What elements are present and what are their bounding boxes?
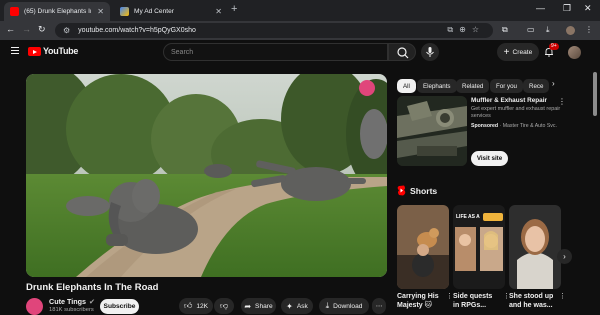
short-overlay-sticker [483,213,503,221]
video-player[interactable] [26,74,387,277]
ad-menu-icon[interactable]: ⋮ [558,97,566,106]
like-button[interactable]: 👍︎ 12K [179,298,213,314]
sidebar-icon[interactable]: ▭ [527,25,535,34]
download-icon: ⤓ [325,301,330,310]
short-caption[interactable]: Side quests in RPGs... [453,292,508,310]
share-icon: ➦ [244,301,252,311]
share-button[interactable]: ➦ Share [241,298,276,314]
short-thumbnail[interactable] [509,205,561,289]
more-actions-button[interactable]: ⋯ [372,298,386,314]
search-input[interactable]: Search [163,43,388,61]
close-window-icon[interactable]: ✕ [584,3,592,14]
page-scrollbar[interactable] [592,66,598,315]
short-cat-image [397,205,449,289]
microphone-icon [426,47,434,57]
notification-count-badge: 9+ [549,43,559,50]
browser-menu-icon[interactable]: ⋮ [585,25,593,34]
new-tab-icon[interactable]: + [231,3,237,15]
short-menu-icon[interactable]: ⋮ [446,292,453,300]
profile-avatar[interactable] [566,26,575,35]
search-button[interactable] [388,43,416,61]
video-title: Drunk Elephants In The Road [26,282,159,293]
tab-youtube-video[interactable]: (65) Drunk Elephants In The Roa ✕ [4,2,110,21]
browser-toolbar: ← → ↻ ⚙ youtube.com/watch?v=h5pQyGX0sho … [0,21,600,40]
short-girl-image [509,205,561,289]
chip-for-you[interactable]: For you [490,79,523,93]
reload-icon[interactable]: ↻ [38,24,46,35]
video-frame-elephants [26,74,387,277]
chip-all[interactable]: All [397,79,416,93]
ad-thumbnail[interactable] [397,96,467,166]
maximize-icon[interactable]: ❐ [563,3,571,14]
youtube-logo-icon[interactable] [28,47,41,56]
youtube-logo-text[interactable]: YouTube [43,46,78,56]
short-overlay-text: LIFE AS A [456,214,480,220]
youtube-favicon-icon [10,7,19,16]
shorts-next-button[interactable]: › [557,249,572,264]
search-icon [397,47,409,59]
chevron-right-icon: › [563,252,566,261]
chip-recent[interactable]: Rece [523,79,549,93]
site-info-icon[interactable]: ⚙ [63,26,70,35]
channel-avatar[interactable] [26,298,43,315]
download-button[interactable]: ⤓ Download [319,298,369,314]
subscribe-button[interactable]: Subscribe [100,299,139,314]
channel-watermark-icon[interactable] [359,80,375,96]
minimize-icon[interactable]: — [536,3,545,13]
plus-icon: + [503,46,510,58]
ad-description: Get expert muffler and exhaust repair se… [471,106,561,120]
voice-search-button[interactable] [421,43,439,61]
tab-my-ad-center[interactable]: My Ad Center ✕ [114,2,228,21]
google-favicon-icon [120,7,129,16]
verified-check-icon: ✔ [89,297,96,306]
chips-next-chevron-icon[interactable]: › [552,79,555,88]
guide-menu-icon[interactable] [11,47,19,56]
extensions-icon[interactable]: ⧉ [502,25,508,35]
subscriber-count: 181K subscribers [49,307,94,313]
close-tab-icon[interactable]: ✕ [97,7,104,16]
forward-icon[interactable]: → [22,24,31,34]
create-button[interactable]: + Create [497,43,539,61]
ad-sponsor-line: Sponsored · Master Tire & Auto Svc. [471,123,557,129]
short-menu-icon[interactable]: ⋮ [559,292,566,300]
scrollbar-thumb[interactable] [593,72,597,116]
address-bar[interactable]: ⚙ youtube.com/watch?v=h5pQyGX0sho ⧉⊕☆ [55,23,493,38]
short-thumbnail[interactable] [397,205,449,289]
ask-button[interactable]: ✦ Ask [281,298,313,314]
sparkle-icon: ✦ [286,301,293,311]
short-thumbnail[interactable]: LIFE AS A [453,205,505,289]
thumbs-down-icon: 👎︎ [219,301,229,310]
back-icon[interactable]: ← [6,24,15,34]
shorts-logo-icon [397,185,406,196]
browser-tab-strip: (65) Drunk Elephants In The Roa ✕ My Ad … [0,0,600,21]
visit-site-button[interactable]: Visit site [471,151,508,166]
omnibox-actions[interactable]: ⧉⊕☆ [447,25,485,35]
chip-elephants[interactable]: Elephants [417,79,457,93]
chip-related[interactable]: Related [456,79,490,93]
youtube-masthead: YouTube Search + Create 9+ [0,40,600,66]
close-tab-icon[interactable]: ✕ [215,7,222,16]
muffler-image [397,96,467,166]
short-caption[interactable]: Carrying His Majesty 🐱 [397,292,452,310]
ad-title[interactable]: Muffler & Exhaust Repair [471,97,547,104]
shorts-heading: Shorts [410,186,438,196]
thumbs-up-icon: 👍︎ [183,301,193,310]
download-icon[interactable]: ⤓ [546,25,550,35]
more-horizontal-icon: ⋯ [375,303,383,310]
account-avatar[interactable] [568,46,581,59]
channel-name[interactable]: Cute Tings ✔ [49,297,95,306]
short-caption[interactable]: She stood up and he was... [509,292,564,310]
dislike-button[interactable]: 👎︎ [214,298,234,314]
